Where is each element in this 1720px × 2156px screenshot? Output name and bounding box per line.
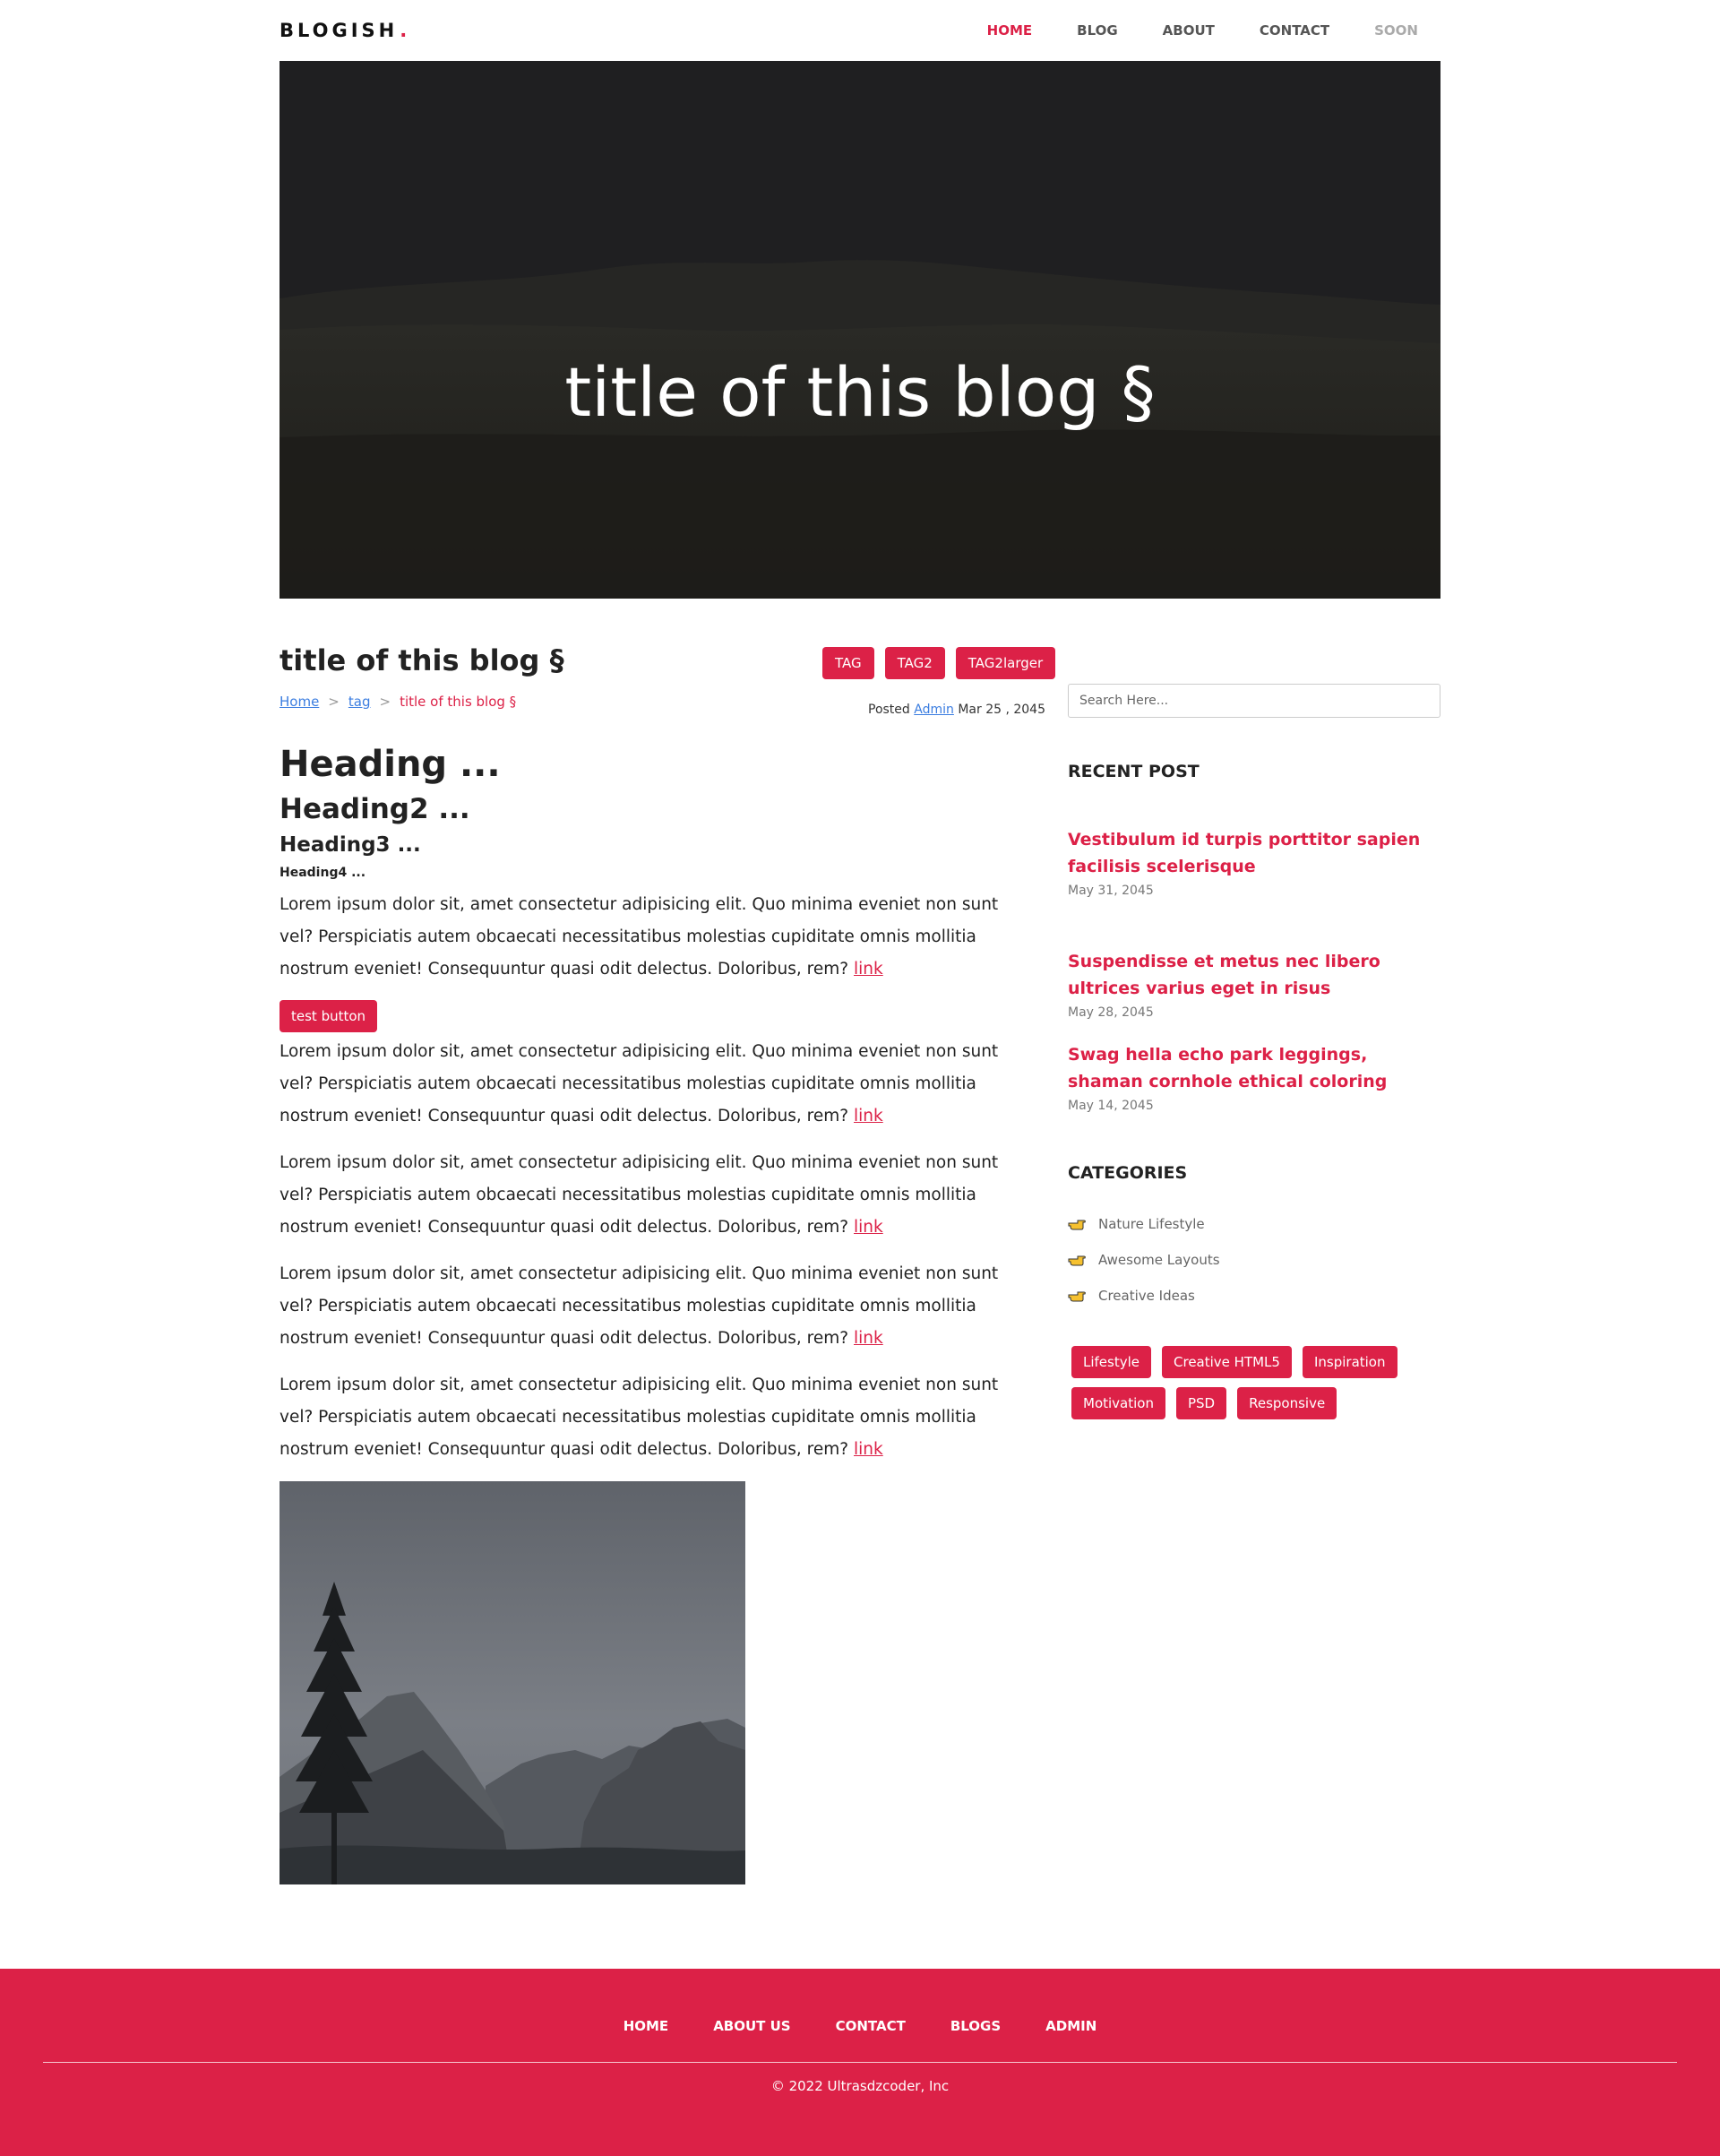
content-paragraph: Lorem ipsum dolor sit, amet consectetur … xyxy=(280,1036,1032,1133)
recent-post-date: May 31, 2045 xyxy=(1068,884,1154,898)
post-date: Mar 25 , 2045 xyxy=(958,703,1045,717)
recent-post-title[interactable]: Vestibulum id turpis porttitor sapien fa… xyxy=(1068,826,1440,880)
sidebar-tag-cloud: Lifestyle Creative HTML5 Inspiration Mot… xyxy=(1071,1346,1430,1419)
paragraph-link[interactable]: link xyxy=(854,1218,883,1237)
post-tag[interactable]: TAG2 xyxy=(884,647,945,679)
breadcrumb-tag-link[interactable]: tag xyxy=(348,694,371,710)
footer-nav-admin[interactable]: ADMIN xyxy=(1023,2018,1119,2034)
paragraph-text: Lorem ipsum dolor sit, amet consectetur … xyxy=(280,1042,999,1125)
sidebar-tag[interactable]: Lifestyle xyxy=(1071,1346,1152,1378)
content-heading-1: Heading ... xyxy=(280,744,501,785)
paragraph-text: Lorem ipsum dolor sit, amet consectetur … xyxy=(280,895,999,979)
content-paragraph: Lorem ipsum dolor sit, amet consectetur … xyxy=(280,1147,1032,1244)
paragraph-link[interactable]: link xyxy=(854,1440,883,1459)
paragraph-link[interactable]: link xyxy=(854,960,883,979)
category-label: Awesome Layouts xyxy=(1098,1252,1220,1268)
test-button[interactable]: test button xyxy=(280,1000,378,1032)
recent-post-date: May 14, 2045 xyxy=(1068,1099,1154,1113)
hero-banner: title of this blog § xyxy=(280,61,1440,599)
brand-dot: . xyxy=(400,20,411,41)
category-label: Nature Lifestyle xyxy=(1098,1216,1205,1232)
footer-divider xyxy=(43,2062,1677,2063)
sidebar-tag[interactable]: Creative HTML5 xyxy=(1162,1346,1292,1378)
nav-soon: SOON xyxy=(1374,22,1418,39)
sidebar-tag[interactable]: Motivation xyxy=(1071,1387,1165,1419)
category-item[interactable]: Creative Ideas xyxy=(1068,1278,1220,1314)
breadcrumb-home-link[interactable]: Home xyxy=(280,694,319,710)
site-header: BLOGISH. HOME BLOG ABOUT CONTACT SOON xyxy=(280,0,1440,61)
content-landscape-image xyxy=(280,1481,745,1884)
hero-title: title of this blog § xyxy=(564,352,1156,432)
posted-label: Posted xyxy=(868,703,910,717)
footer-nav-about-us[interactable]: ABOUT US xyxy=(691,2018,813,2034)
content-heading-4: Heading4 ... xyxy=(280,866,366,880)
nav-contact[interactable]: CONTACT xyxy=(1237,22,1352,39)
nav-about[interactable]: ABOUT xyxy=(1140,22,1237,39)
main-nav: HOME BLOG ABOUT CONTACT SOON xyxy=(965,22,1440,39)
paragraph-text: Lorem ipsum dolor sit, amet consectetur … xyxy=(280,1264,999,1348)
content-heading-3: Heading3 ... xyxy=(280,833,421,857)
footer-nav: HOME ABOUT US CONTACT BLOGS ADMIN xyxy=(0,2018,1720,2034)
category-label: Creative Ideas xyxy=(1098,1288,1195,1304)
breadcrumb: Home > tag > title of this blog § xyxy=(280,694,516,710)
post-content: Heading ... Heading2 ... Heading3 ... He… xyxy=(280,738,1032,1884)
recent-post-title[interactable]: Suspendisse et metus nec libero ultrices… xyxy=(1068,948,1440,1002)
breadcrumb-separator: > xyxy=(328,694,340,710)
search-input[interactable] xyxy=(1068,684,1440,718)
post-tag[interactable]: TAG xyxy=(822,647,874,679)
breadcrumb-current: title of this blog § xyxy=(400,694,517,710)
recent-post-heading: RECENT POST xyxy=(1068,762,1200,781)
sidebar-tag[interactable]: Inspiration xyxy=(1302,1346,1398,1378)
post-tags: TAG TAG2 TAG2larger xyxy=(822,647,1056,679)
brand-name: BLOGISH xyxy=(280,20,399,41)
recent-post-item: Suspendisse et metus nec libero ultrices… xyxy=(1068,948,1440,1020)
paragraph-link[interactable]: link xyxy=(854,1329,883,1348)
post-meta: Posted Admin Mar 25 , 2045 xyxy=(868,703,1045,717)
nav-home[interactable]: HOME xyxy=(965,22,1054,39)
post-title: title of this blog § xyxy=(280,643,564,677)
content-paragraph: Lorem ipsum dolor sit, amet consectetur … xyxy=(280,1369,1032,1466)
recent-post-item: Vestibulum id turpis porttitor sapien fa… xyxy=(1068,826,1440,898)
footer-nav-blogs[interactable]: BLOGS xyxy=(928,2018,1023,2034)
footer-nav-home[interactable]: HOME xyxy=(601,2018,691,2034)
categories-heading: CATEGORIES xyxy=(1068,1163,1188,1183)
paragraph-text: Lorem ipsum dolor sit, amet consectetur … xyxy=(280,1153,999,1237)
category-item[interactable]: Awesome Layouts xyxy=(1068,1242,1220,1278)
paragraph-link[interactable]: link xyxy=(854,1107,883,1125)
pointing-hand-icon xyxy=(1068,1255,1086,1266)
site-footer: HOME ABOUT US CONTACT BLOGS ADMIN © 2022… xyxy=(0,1969,1720,2156)
hero-background-image xyxy=(280,61,1440,599)
recent-post-date: May 28, 2045 xyxy=(1068,1005,1154,1020)
brand-logo[interactable]: BLOGISH. xyxy=(280,20,410,41)
category-list: Nature Lifestyle Awesome Layouts Creativ… xyxy=(1068,1206,1220,1314)
category-item[interactable]: Nature Lifestyle xyxy=(1068,1206,1220,1242)
sidebar-tag[interactable]: PSD xyxy=(1175,1387,1227,1419)
pointing-hand-icon xyxy=(1068,1220,1086,1230)
footer-nav-contact[interactable]: CONTACT xyxy=(813,2018,928,2034)
nav-blog[interactable]: BLOG xyxy=(1054,22,1140,39)
copyright-text: © 2022 Ultrasdzcoder, Inc xyxy=(770,2078,950,2094)
recent-post-item: Swag hella echo park leggings, shaman co… xyxy=(1068,1041,1440,1113)
recent-post-title[interactable]: Swag hella echo park leggings, shaman co… xyxy=(1068,1041,1440,1095)
post-tag[interactable]: TAG2larger xyxy=(955,647,1056,679)
author-link[interactable]: Admin xyxy=(914,703,954,717)
sidebar-tag[interactable]: Responsive xyxy=(1237,1387,1337,1419)
pointing-hand-icon xyxy=(1068,1291,1086,1302)
paragraph-text: Lorem ipsum dolor sit, amet consectetur … xyxy=(280,1376,999,1459)
breadcrumb-separator: > xyxy=(379,694,391,710)
content-paragraph: Lorem ipsum dolor sit, amet consectetur … xyxy=(280,889,1032,986)
content-heading-2: Heading2 ... xyxy=(280,793,470,825)
content-paragraph: Lorem ipsum dolor sit, amet consectetur … xyxy=(280,1258,1032,1355)
